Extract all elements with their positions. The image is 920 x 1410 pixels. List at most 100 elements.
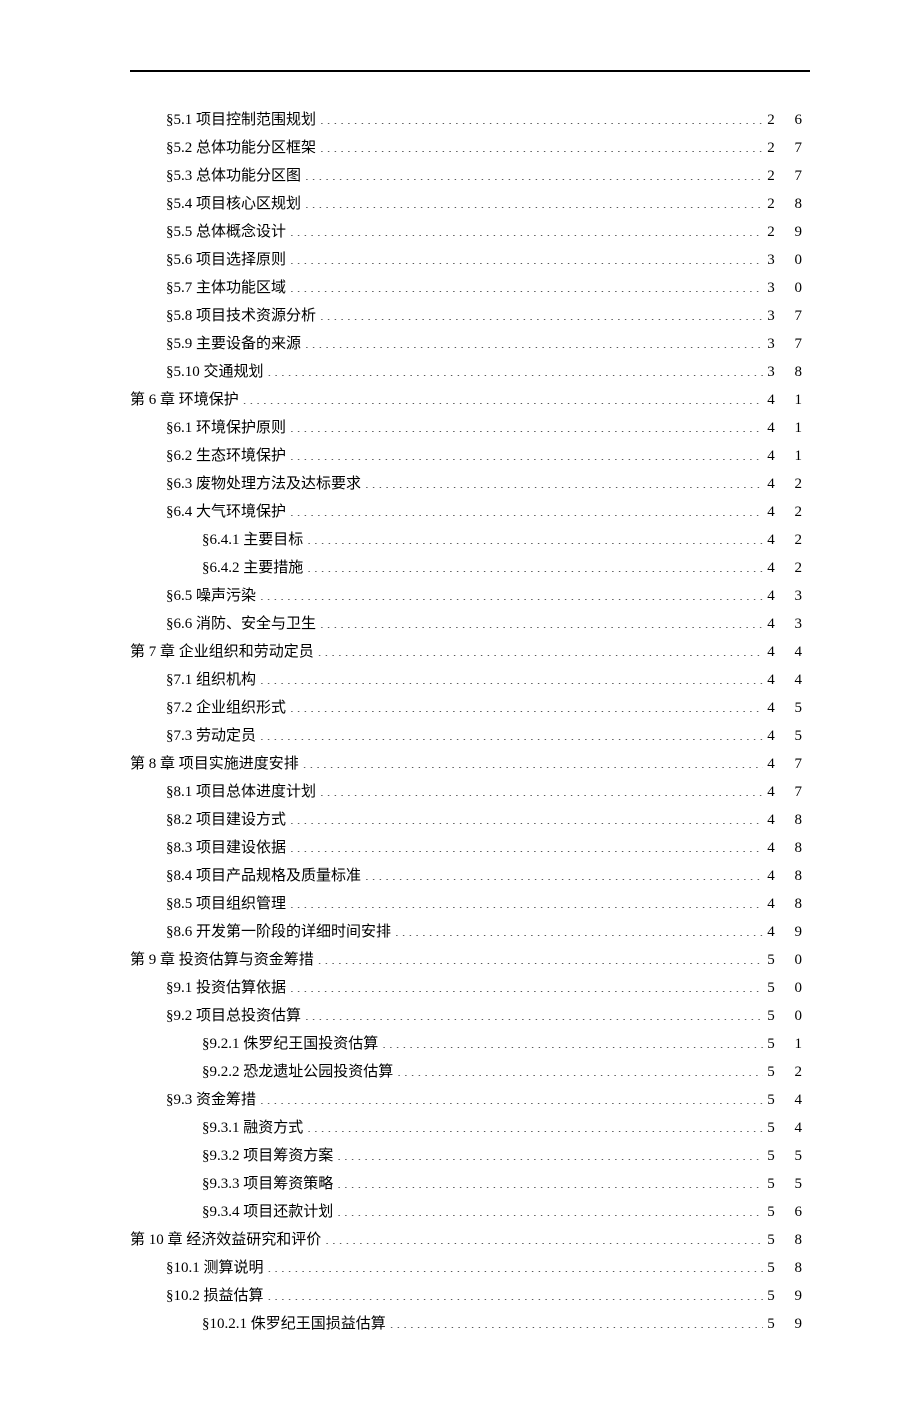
toc-leader-dots (290, 809, 763, 824)
toc-leader-dots (365, 473, 763, 488)
toc-entry: §5.8 项目技术资源分析 3 7 (130, 304, 810, 328)
toc-label: §9.3 资金筹措 (166, 1088, 256, 1112)
toc-entry: §8.1 项目总体进度计划 4 7 (130, 780, 810, 804)
toc-leader-dots (305, 165, 763, 180)
toc-leader-dots (320, 137, 763, 152)
toc-page-number: 3 8 (767, 360, 810, 384)
toc-page-number: 2 7 (767, 164, 810, 188)
toc-entry: §5.1 项目控制范围规划2 6 (130, 108, 810, 132)
toc-page-number: 4 8 (767, 808, 810, 832)
toc-leader-dots (325, 1229, 763, 1244)
toc-leader-dots (290, 697, 763, 712)
toc-entry: §5.9 主要设备的来源3 7 (130, 332, 810, 356)
toc-page-number: 4 3 (767, 584, 810, 608)
toc-entry: §9.3.1 融资方式5 4 (130, 1116, 810, 1140)
toc-page-number: 5 0 (767, 948, 810, 972)
toc-page-number: 3 0 (767, 276, 810, 300)
toc-entry: §5.7 主体功能区域 3 0 (130, 276, 810, 300)
toc-entry: 第 9 章 投资估算与资金筹措 5 0 (130, 948, 810, 972)
toc-page-number: 4 1 (767, 444, 810, 468)
toc-leader-dots (243, 389, 763, 404)
toc-page-number: 5 4 (767, 1116, 810, 1140)
toc-entry: §5.10 交通规划 3 8 (130, 360, 810, 384)
toc-label: 第 8 章 项目实施进度安排 (130, 752, 299, 776)
toc-leader-dots (320, 781, 763, 796)
toc-page-number: 5 5 (767, 1144, 810, 1168)
toc-leader-dots (268, 1257, 764, 1272)
toc-label: §8.6 开发第一阶段的详细时间安排 (166, 920, 391, 944)
toc-label: §9.2.1 侏罗纪王国投资估算 (202, 1032, 378, 1056)
toc-label: §9.2.2 恐龙遗址公园投资估算 (202, 1060, 393, 1084)
toc-leader-dots (268, 361, 764, 376)
toc-entry: 第 7 章 企业组织和劳动定员4 4 (130, 640, 810, 664)
header-rule (130, 70, 810, 72)
toc-page-number: 4 7 (767, 780, 810, 804)
toc-leader-dots (260, 669, 763, 684)
toc-page-number: 5 5 (767, 1172, 810, 1196)
toc-page-number: 5 1 (767, 1032, 810, 1056)
toc-label: §5.8 项目技术资源分析 (166, 304, 316, 328)
toc-page-number: 4 5 (767, 696, 810, 720)
toc-leader-dots (397, 1061, 763, 1076)
toc-page-number: 4 8 (767, 864, 810, 888)
toc-entry: §8.5 项目组织管理4 8 (130, 892, 810, 916)
toc-page-number: 2 9 (767, 220, 810, 244)
toc-leader-dots (290, 221, 763, 236)
toc-entry: §9.3 资金筹措5 4 (130, 1088, 810, 1112)
toc-label: §5.10 交通规划 (166, 360, 264, 384)
toc-label: §5.6 项目选择原则 (166, 248, 286, 272)
toc-entry: §7.1 组织机构4 4 (130, 668, 810, 692)
document-page: §5.1 项目控制范围规划2 6§5.2 总体功能分区框架2 7§5.3 总体功… (0, 0, 920, 1410)
toc-page-number: 2 7 (767, 136, 810, 160)
toc-page-number: 5 6 (767, 1200, 810, 1224)
toc-page-number: 5 0 (767, 976, 810, 1000)
toc-label: §9.3.2 项目筹资方案 (202, 1144, 333, 1168)
toc-page-number: 5 8 (767, 1228, 810, 1252)
toc-page-number: 4 2 (767, 500, 810, 524)
toc-label: §7.3 劳动定员 (166, 724, 256, 748)
toc-label: §5.5 总体概念设计 (166, 220, 286, 244)
toc-leader-dots (395, 921, 763, 936)
toc-page-number: 4 1 (767, 388, 810, 412)
toc-label: §6.6 消防、安全与卫生 (166, 612, 316, 636)
toc-page-number: 3 7 (767, 304, 810, 328)
toc-label: §8.1 项目总体进度计划 (166, 780, 316, 804)
toc-leader-dots (290, 249, 763, 264)
toc-label: §7.1 组织机构 (166, 668, 256, 692)
toc-page-number: 5 0 (767, 1004, 810, 1028)
toc-leader-dots (305, 1005, 763, 1020)
toc-leader-dots (290, 837, 763, 852)
toc-label: §9.1 投资估算依据 (166, 976, 286, 1000)
toc-page-number: 3 7 (767, 332, 810, 356)
toc-leader-dots (390, 1313, 763, 1328)
toc-leader-dots (290, 417, 763, 432)
toc-label: §5.4 项目核心区规划 (166, 192, 301, 216)
toc-page-number: 5 9 (767, 1284, 810, 1308)
toc-page-number: 4 3 (767, 612, 810, 636)
toc-entry: §9.3.2 项目筹资方案 5 5 (130, 1144, 810, 1168)
toc-leader-dots (318, 949, 763, 964)
toc-entry: §5.2 总体功能分区框架2 7 (130, 136, 810, 160)
toc-leader-dots (290, 445, 763, 460)
toc-entry: §6.4.2 主要措施4 2 (130, 556, 810, 580)
toc-page-number: 4 2 (767, 528, 810, 552)
toc-label: §5.7 主体功能区域 (166, 276, 286, 300)
toc-entry: §6.1 环境保护原则4 1 (130, 416, 810, 440)
toc-entry: §10.2.1 侏罗纪王国损益估算5 9 (130, 1312, 810, 1336)
toc-label: §6.5 噪声污染 (166, 584, 256, 608)
toc-entry: §6.6 消防、安全与卫生 4 3 (130, 612, 810, 636)
toc-label: §6.4.2 主要措施 (202, 556, 303, 580)
toc-label: §6.4.1 主要目标 (202, 528, 303, 552)
toc-leader-dots (290, 977, 763, 992)
toc-leader-dots (268, 1285, 764, 1300)
toc-entry: §7.3 劳动定员4 5 (130, 724, 810, 748)
toc-entry: §6.3 废物处理方法及达标要求4 2 (130, 472, 810, 496)
toc-label: §5.1 项目控制范围规划 (166, 108, 316, 132)
toc-label: §8.3 项目建设依据 (166, 836, 286, 860)
toc-leader-dots (290, 501, 763, 516)
toc-label: 第 9 章 投资估算与资金筹措 (130, 948, 314, 972)
toc-entry: §9.2.2 恐龙遗址公园投资估算5 2 (130, 1060, 810, 1084)
toc-leader-dots (303, 753, 763, 768)
toc-entry: §8.2 项目建设方式4 8 (130, 808, 810, 832)
toc-leader-dots (320, 305, 763, 320)
